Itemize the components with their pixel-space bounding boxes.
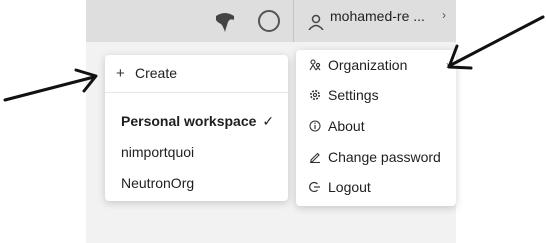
menu-divider: [105, 92, 288, 93]
plus-icon: +: [116, 64, 125, 82]
gear-icon: [308, 89, 322, 101]
organization-icon: [308, 59, 322, 71]
annotation-arrow-left: [3, 68, 98, 102]
create-label: Create: [135, 65, 178, 81]
workspace-item-personal[interactable]: Personal workspace ✓: [105, 109, 288, 133]
workspace-item-neutronorg[interactable]: NeutronOrg: [105, 171, 288, 195]
menu-item-label: Logout: [328, 179, 371, 195]
workspace-menu: + Create Personal workspace ✓ nimportquo…: [105, 55, 288, 201]
menu-item-label: Settings: [328, 87, 379, 103]
menu-item-change-password[interactable]: Change password: [296, 144, 456, 170]
menu-item-settings[interactable]: Settings: [296, 82, 456, 108]
menu-item-logout[interactable]: Logout: [296, 174, 456, 200]
pencil-icon: [308, 151, 322, 163]
chevron-right-icon: ›: [446, 58, 450, 72]
create-workspace-button[interactable]: + Create: [105, 59, 288, 87]
workspace-item-label: nimportquoi: [121, 144, 195, 160]
checkmark-icon: ✓: [262, 112, 275, 129]
user-name: mohamed-re ...: [330, 8, 425, 24]
chevron-right-icon: ›: [442, 8, 446, 22]
annotation-arrow-right: [447, 15, 545, 70]
workspace-item-label: Personal workspace: [121, 113, 257, 129]
menu-item-label: Change password: [328, 149, 441, 165]
globe-icon[interactable]: [214, 12, 236, 32]
menu-item-organization[interactable]: Organization ›: [296, 52, 456, 78]
topbar-divider: [293, 0, 294, 42]
user-icon: [308, 14, 324, 30]
menu-item-label: About: [328, 118, 365, 134]
info-icon: [308, 120, 322, 132]
workspace-item-nimportquoi[interactable]: nimportquoi: [105, 140, 288, 164]
account-menu: Organization › Settings About Change pas…: [296, 50, 456, 206]
workspace-item-label: NeutronOrg: [121, 175, 195, 191]
menu-item-about[interactable]: About: [296, 113, 456, 139]
help-circle-icon[interactable]: [258, 10, 280, 32]
logout-icon: [308, 181, 322, 193]
menu-item-label: Organization: [328, 57, 408, 73]
